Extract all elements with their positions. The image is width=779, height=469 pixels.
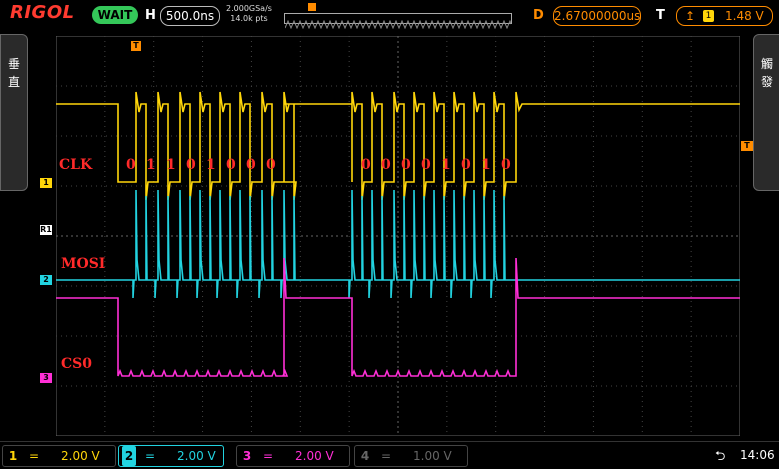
trigger-source-badge: 1 [703,10,714,22]
dc-coupling-icon: = [29,449,40,463]
bit-label: 0 [401,157,411,173]
run-status-badge[interactable]: WAIT [92,6,138,24]
acquisition-info: 2.000GSa/s 14.0k pts [226,4,272,24]
ch1-number: 1 [8,449,18,463]
bit-label: 0 [421,157,431,173]
ch2-number: 2 [122,446,136,466]
cs0-annotation: CS0 [61,356,92,372]
memory-position-bar[interactable] [284,13,514,30]
ch3-number: 3 [242,449,252,463]
sample-rate: 2.000GSa/s [226,4,272,13]
waveform-canvas [56,36,740,436]
ch2-offset-marker[interactable]: 2 [40,275,52,285]
trigger-level-value: 1.48 V [725,9,764,23]
ch3-scale: 2.00 V [295,449,334,463]
bit-label: 0 [246,157,256,173]
trigger-menu-tab[interactable]: 觸 發 [753,34,779,191]
delay-value[interactable]: 2.67000000us [553,6,641,26]
clk-annotation: CLK [59,157,93,173]
bit-label: 1 [166,157,176,173]
ch2-settings[interactable]: 2 = 2.00 V [118,445,224,467]
ch4-number: 4 [360,449,370,463]
vertical-menu-label: 垂 直 [7,57,20,89]
trigger-label: T [656,8,665,23]
trigger-position-icon [308,3,316,11]
bit-label: 0 [361,157,371,173]
brand-logo: RIGOL [10,2,75,23]
trigger-level-marker[interactable]: T [741,141,753,151]
mosi-annotation: MOSI [61,256,106,272]
memory-depth: 14.0k pts [230,14,268,23]
delay-label: D [533,8,544,23]
channel-status-bar: 1 = 2.00 V 2 = 2.00 V 3 = 2.00 V 4 = 1.0… [0,441,779,469]
trigger-settings[interactable]: ↥ 1 1.48 V [676,6,773,26]
horizontal-label: H [145,8,156,23]
bit-label: 0 [501,157,511,173]
bit-label: 0 [461,157,471,173]
bit-label: 0 [381,157,391,173]
dc-coupling-icon: = [263,449,274,463]
ch3-settings[interactable]: 3 = 2.00 V [236,445,350,467]
memory-bar-pattern [284,19,514,30]
bit-label: 0 [126,157,136,173]
ch3-offset-marker[interactable]: 3 [40,373,52,383]
trigger-menu-label: 觸 發 [760,57,773,89]
dc-coupling-icon: = [145,449,156,463]
ch1-settings[interactable]: 1 = 2.00 V [2,445,116,467]
waveform-display[interactable] [56,36,740,436]
timebase-value[interactable]: 500.0ns [160,6,220,26]
vertical-menu-tab[interactable]: 垂 直 [0,34,28,191]
ch4-scale: 1.00 V [413,449,452,463]
bit-label: 0 [266,157,276,173]
trigger-time-marker[interactable]: T [131,41,141,51]
system-clock: 14:06 [740,448,775,462]
ch4-settings[interactable]: 4 = 1.00 V [354,445,468,467]
dc-coupling-icon: = [381,449,392,463]
usb-icon: ⮌ [715,449,726,464]
bit-label: 1 [206,157,216,173]
ch2-scale: 2.00 V [177,449,216,463]
bit-label: 0 [226,157,236,173]
ref-offset-marker[interactable]: R1 [40,225,52,235]
bit-label: 1 [146,157,156,173]
top-status-bar: RIGOL WAIT H 500.0ns 2.000GSa/s 14.0k pt… [0,0,779,31]
ch1-offset-marker[interactable]: 1 [40,178,52,188]
rising-edge-icon: ↥ [685,9,696,23]
bit-label: 1 [441,157,451,173]
bit-label: 1 [481,157,491,173]
bit-label: 0 [186,157,196,173]
ch1-scale: 2.00 V [61,449,100,463]
